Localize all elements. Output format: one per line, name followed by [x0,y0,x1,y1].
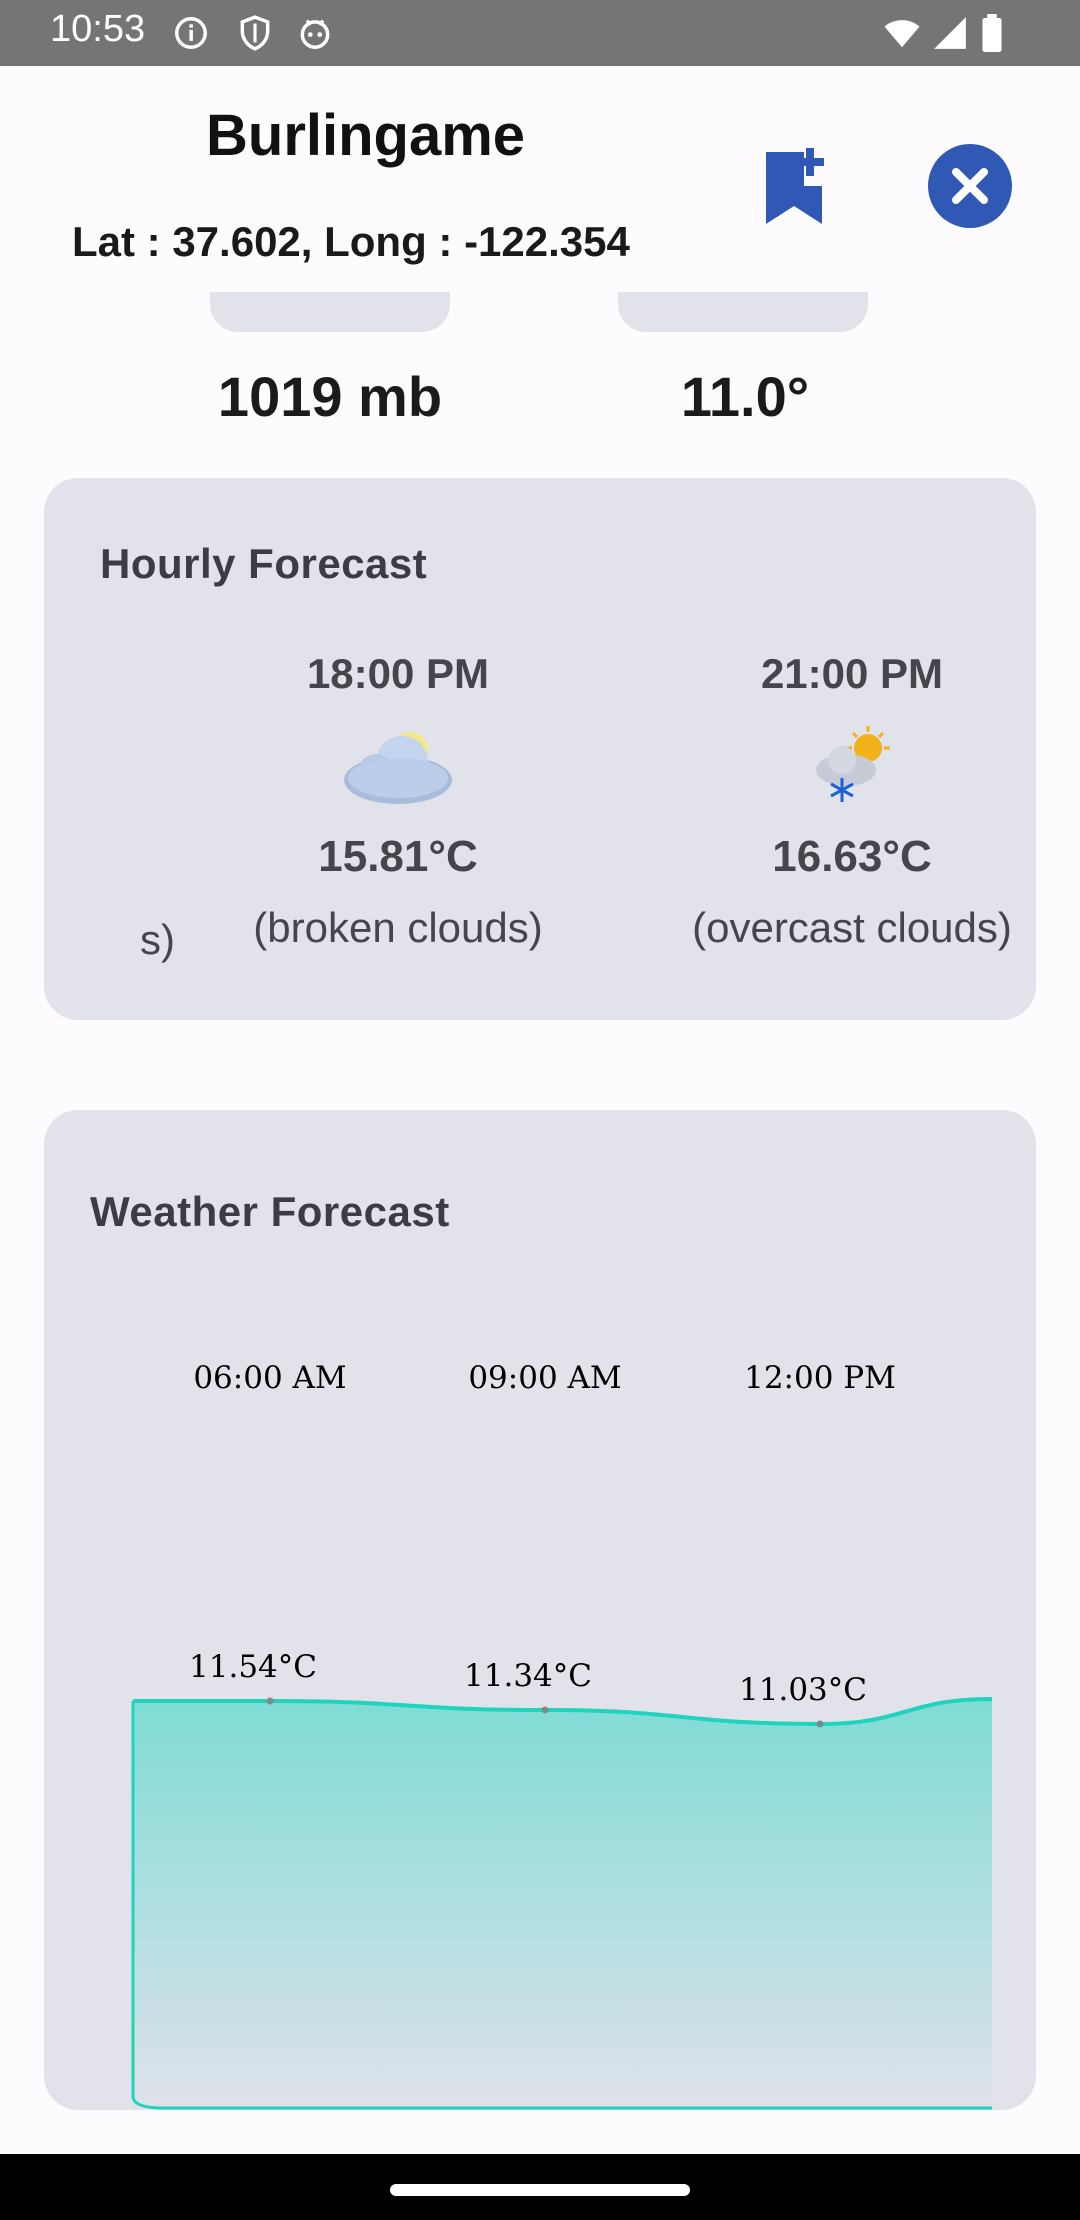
hourly-temp: 15.81°C [318,832,478,881]
hourly-desc: (broken clouds) [253,904,543,951]
cloud-icon [344,732,452,804]
data-point[interactable] [816,1720,824,1728]
snow-sun-cloud-icon [816,726,890,802]
battery-icon [982,14,1002,52]
hourly-scroll[interactable]: s) 18:00 PM 15.81°C (broken clouds) 21:0… [70,478,1026,1020]
x-tick-label: 06:00 AM [193,1360,346,1396]
bookmark-add-icon[interactable] [758,146,830,230]
close-icon [952,168,988,204]
hourly-item[interactable]: 18:00 PM 15.81°C (broken clouds) [218,650,578,952]
hourly-item[interactable]: 21:00 PM 16.63°C (overcast clouds) [672,650,1026,952]
status-time: 10:53 [50,8,146,50]
close-button[interactable] [928,144,1012,228]
data-point[interactable] [266,1697,274,1705]
data-label: 11.03°C [739,1672,867,1708]
metric-chip-2 [618,292,868,332]
hourly-time: 18:00 PM [306,650,490,697]
hourly-temp: 16.63°C [772,832,932,881]
android-icon [300,19,330,49]
data-label: 11.34°C [464,1658,592,1694]
coordinates: Lat : 37.602, Long : -122.354 [72,218,630,265]
metric-chip-1 [210,292,450,332]
wifi-icon [884,20,920,48]
pressure-value: 1019 mb [217,365,443,428]
status-bar: 10:53 [0,0,1080,66]
home-gesture-handle[interactable] [390,2184,690,2196]
weather-forecast-title: Weather Forecast [90,1188,450,1235]
shield-icon [240,15,270,51]
hourly-forecast-card: Hourly Forecast s) 18:00 PM 15.81°C (bro… [44,478,1036,1020]
forecast-chart[interactable]: 06:00 AM 09:00 AM 12:00 PM 11.54°C 11.34°C 11… [0,1300,1080,2120]
hourly-desc: (overcast clouds) [692,904,1012,951]
hourly-time: 21:00 PM [760,650,944,697]
forecast-area [133,1698,992,2108]
x-tick-label: 09:00 AM [468,1360,621,1396]
metric-value-2: 11.0° [680,365,810,428]
data-point[interactable] [541,1706,549,1714]
x-tick-label: 12:00 PM [744,1360,896,1396]
city-title: Burlingame [206,103,526,168]
info-icon [175,17,207,49]
data-label: 11.54°C [189,1649,317,1685]
signal-icon [934,17,966,49]
hourly-partial-desc: s) [140,916,175,963]
